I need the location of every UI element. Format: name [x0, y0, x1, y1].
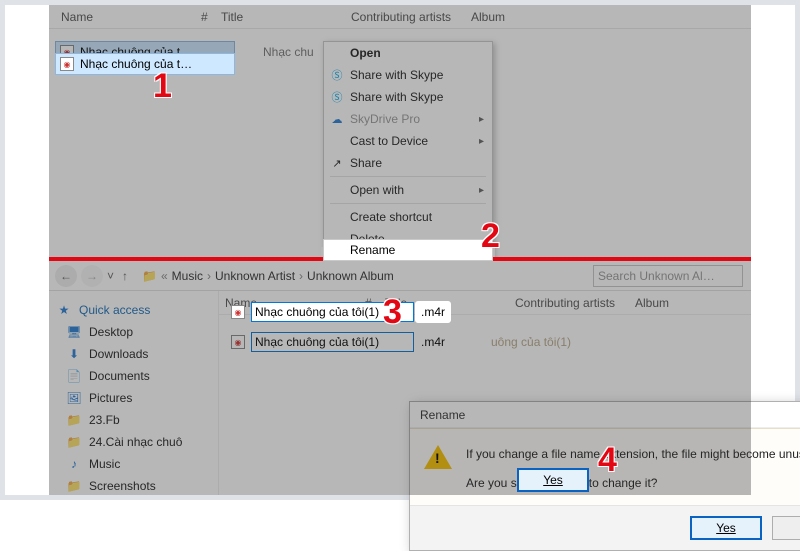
explorer-top-pane: Name # Title Contributing artists Album …: [49, 5, 751, 257]
no-button[interactable]: No: [772, 516, 800, 540]
yes-button[interactable]: Yes: [690, 516, 762, 540]
audio-file-icon: ◉: [231, 305, 245, 319]
callout-2: 2: [481, 217, 500, 256]
extension-label: .m4r: [415, 301, 451, 323]
audio-file-icon: ◉: [60, 57, 74, 71]
rename-highlight: ◉ .m4r: [231, 301, 451, 323]
callout-4: 4: [598, 441, 617, 480]
callout-3: 3: [383, 293, 402, 332]
callout-1: 1: [153, 67, 172, 106]
yes-button-highlight[interactable]: Yes: [517, 468, 589, 492]
file-row-highlight[interactable]: ◉ Nhạc chuông của t…: [55, 53, 235, 75]
ctx-rename-highlight[interactable]: Rename: [323, 239, 493, 261]
dim-overlay: [49, 5, 751, 257]
